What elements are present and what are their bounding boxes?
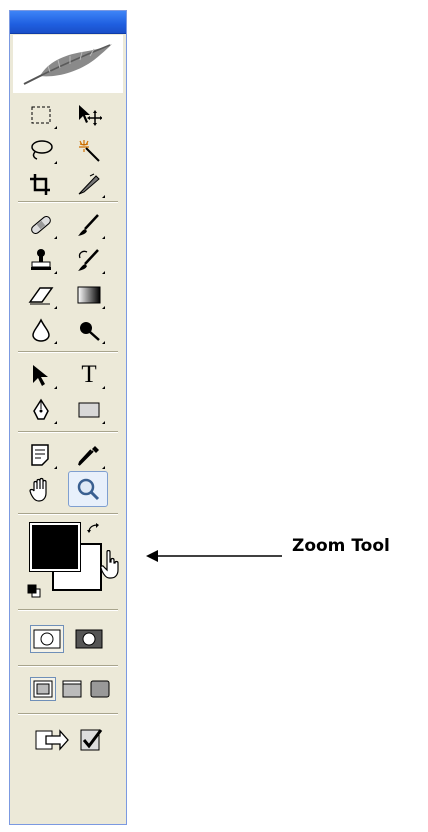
marquee-icon xyxy=(31,106,51,124)
notes-tool[interactable] xyxy=(23,438,59,472)
slice-icon xyxy=(78,173,100,195)
path-selection-tool[interactable] xyxy=(23,358,59,392)
blur-tool[interactable] xyxy=(23,313,59,347)
type-icon: T xyxy=(81,361,97,388)
type-tool[interactable]: T xyxy=(71,358,107,392)
zoom-tool-annotation-label: Zoom Tool xyxy=(292,536,390,556)
tool-flyout-indicator xyxy=(102,271,105,274)
tool-flyout-indicator xyxy=(102,421,105,424)
full-screen-mode-button[interactable] xyxy=(88,677,112,701)
feather-icon xyxy=(23,44,112,85)
annotation-arrow xyxy=(146,547,286,566)
brush-tool[interactable] xyxy=(71,208,107,242)
pen-icon xyxy=(33,398,49,420)
quick-mask-icon xyxy=(75,629,103,649)
dodge-tool[interactable] xyxy=(71,313,107,347)
eraser-icon xyxy=(28,287,54,305)
separator xyxy=(18,201,118,203)
healing-brush-tool[interactable] xyxy=(23,208,59,242)
rectangle-tool[interactable] xyxy=(71,393,107,427)
tool-flyout-indicator xyxy=(54,421,57,424)
lasso-tool[interactable] xyxy=(23,133,59,167)
zoom-tool[interactable] xyxy=(68,471,108,507)
tool-flyout-indicator xyxy=(54,126,57,129)
full-screen-icon xyxy=(90,680,110,698)
crop-icon xyxy=(30,174,50,195)
magic-wand-icon xyxy=(79,140,100,162)
eraser-tool[interactable] xyxy=(23,278,59,312)
palette-title-bar[interactable] xyxy=(10,11,126,34)
foreground-color-swatch[interactable] xyxy=(29,522,81,572)
lasso-icon xyxy=(31,140,53,160)
separator xyxy=(18,713,118,715)
swap-colors-icon[interactable] xyxy=(86,522,102,542)
eyedropper-tool[interactable] xyxy=(71,438,107,472)
magnifier-icon xyxy=(77,478,100,501)
separator xyxy=(18,351,118,353)
standard-screen-mode-button[interactable] xyxy=(30,677,56,701)
tool-flyout-indicator xyxy=(54,236,57,239)
clone-stamp-tool[interactable] xyxy=(23,243,59,277)
jump-to-imageready-button[interactable] xyxy=(32,725,72,755)
separator xyxy=(18,665,118,667)
tool-flyout-indicator xyxy=(54,341,57,344)
eyedropper-icon xyxy=(78,446,99,466)
hand-tool[interactable] xyxy=(23,473,59,507)
default-colors-icon[interactable] xyxy=(27,583,41,602)
jump-to-icon xyxy=(35,729,69,751)
drop-icon xyxy=(32,318,50,342)
rectangle-icon xyxy=(78,402,100,418)
tool-flyout-indicator xyxy=(102,341,105,344)
history-brush-tool[interactable] xyxy=(71,243,107,277)
quick-mask-mode-button[interactable] xyxy=(72,625,106,653)
move-icon xyxy=(79,105,102,126)
separator xyxy=(18,609,118,611)
move-tool[interactable] xyxy=(71,98,107,132)
checkmark-icon xyxy=(80,729,103,751)
path-selection-icon xyxy=(33,365,48,386)
stamp-icon xyxy=(31,249,51,270)
tool-flyout-indicator xyxy=(54,161,57,164)
separator xyxy=(18,431,118,433)
crop-tool[interactable] xyxy=(23,167,59,201)
full-screen-menu-icon xyxy=(62,680,82,698)
tool-flyout-indicator xyxy=(102,195,105,198)
tool-flyout-indicator xyxy=(54,306,57,309)
checkmark-document-button[interactable] xyxy=(76,725,106,755)
gradient-tool[interactable] xyxy=(71,278,107,312)
bandage-icon xyxy=(31,216,51,234)
tools-palette: T xyxy=(9,10,127,825)
tool-flyout-indicator xyxy=(54,386,57,389)
tool-flyout-indicator xyxy=(54,271,57,274)
notes-icon xyxy=(31,444,49,466)
tool-flyout-indicator xyxy=(54,466,57,469)
tool-flyout-indicator xyxy=(102,466,105,469)
standard-mode-button[interactable] xyxy=(30,625,64,653)
dodge-icon xyxy=(80,322,100,341)
separator xyxy=(18,513,118,515)
slice-tool[interactable] xyxy=(71,167,107,201)
gradient-icon xyxy=(77,286,101,304)
hand-icon xyxy=(29,477,47,502)
full-screen-menu-mode-button[interactable] xyxy=(60,677,84,701)
tool-flyout-indicator xyxy=(102,386,105,389)
brush-icon xyxy=(78,214,99,236)
tool-flyout-indicator xyxy=(102,306,105,309)
history-brush-icon xyxy=(78,249,99,271)
tool-flyout-indicator xyxy=(102,236,105,239)
standard-mode-icon xyxy=(33,629,61,649)
feather-logo[interactable] xyxy=(13,35,123,93)
mouse-pointer-icon xyxy=(100,549,120,584)
standard-screen-icon xyxy=(33,680,53,698)
magic-wand-tool[interactable] xyxy=(71,133,107,167)
pen-tool[interactable] xyxy=(23,393,59,427)
rectangular-marquee-tool[interactable] xyxy=(23,98,59,132)
